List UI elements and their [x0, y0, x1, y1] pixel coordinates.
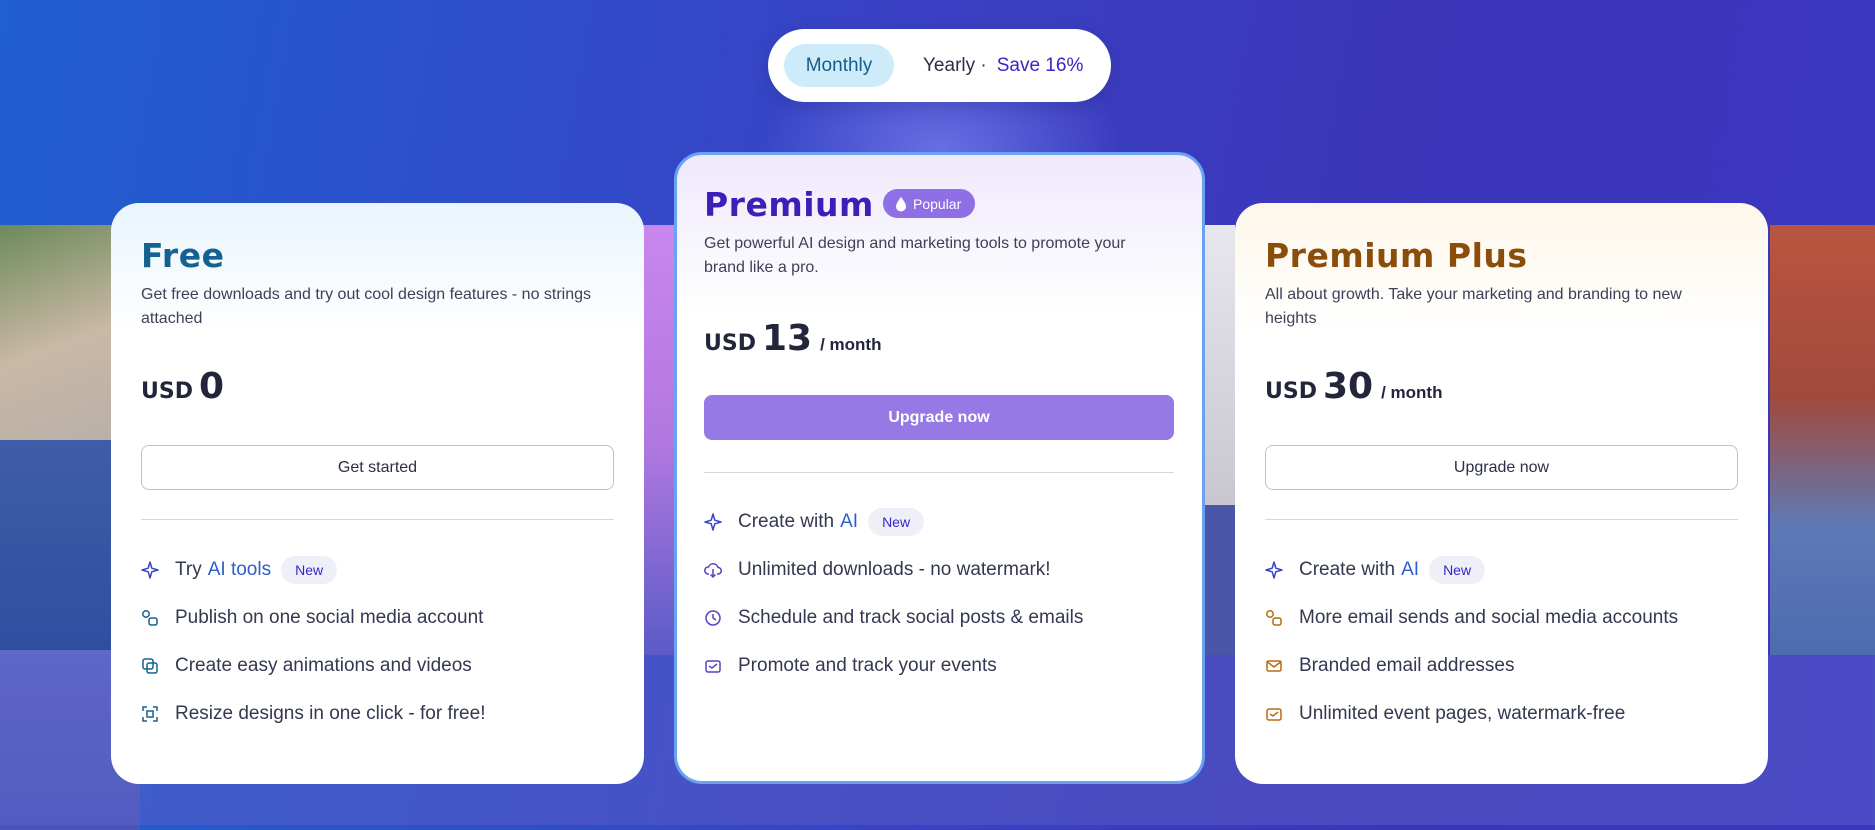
- resize-icon: [141, 705, 159, 723]
- ai-link[interactable]: AI: [1401, 559, 1419, 581]
- plan-price: USD 13 / month: [704, 318, 881, 359]
- get-started-button[interactable]: Get started: [141, 445, 614, 490]
- feature-list: Create with AI New Unlimited downloads -…: [704, 498, 1083, 690]
- feature-text: Branded email addresses: [1299, 655, 1515, 676]
- upgrade-now-button[interactable]: Upgrade now: [1265, 445, 1738, 490]
- yearly-option[interactable]: Yearly · Save 16%: [923, 44, 1083, 87]
- feature-item: Schedule and track social posts & emails: [704, 594, 1083, 642]
- feature-item: Promote and track your events: [704, 642, 1083, 690]
- price-currency: USD: [1265, 379, 1317, 404]
- price-period: / month: [820, 335, 882, 354]
- plan-card-premium: Premium Popular Get powerful AI design a…: [674, 152, 1205, 784]
- feature-text: Publish on one social media account: [175, 607, 484, 628]
- feature-list: Try AI tools New Publish on one social m…: [141, 546, 485, 738]
- plan-description: Get free downloads and try out cool desi…: [141, 286, 592, 327]
- plan-title: Premium: [704, 185, 874, 224]
- feature-text: Promote and track your events: [738, 655, 997, 676]
- photo-tile: [1205, 505, 1235, 655]
- new-badge: New: [868, 508, 925, 536]
- photo-tile: [0, 440, 115, 650]
- ai-tools-link[interactable]: AI tools: [208, 559, 271, 581]
- plan-card-free: Free Get free downloads and try out cool…: [111, 203, 644, 784]
- feature-item: More email sends and social media accoun…: [1265, 594, 1678, 642]
- price-amount: 30: [1322, 366, 1374, 407]
- price-amount: 0: [198, 366, 225, 407]
- sparkle-icon: [1265, 561, 1283, 579]
- plan-card-premium-plus: Premium Plus All about growth. Take your…: [1235, 203, 1768, 784]
- popular-badge-label: Popular: [913, 195, 962, 212]
- feature-text: Unlimited event pages, watermark-free: [1299, 703, 1626, 724]
- yearly-label: Yearly ·: [923, 54, 987, 76]
- feature-item: Create easy animations and videos: [141, 642, 485, 690]
- clock-icon: [704, 609, 722, 627]
- feature-text: Schedule and track social posts & emails: [738, 607, 1084, 628]
- yearly-savings-label: Save 16%: [996, 54, 1084, 76]
- cloud-download-icon: [704, 561, 722, 579]
- divider: [141, 519, 614, 520]
- plan-price: USD 0: [141, 366, 224, 407]
- feature-text: Create with: [1299, 559, 1396, 580]
- plan-description: Get powerful AI design and marketing too…: [704, 235, 1126, 276]
- mail-icon: [1265, 657, 1283, 675]
- new-badge: New: [1429, 556, 1486, 584]
- feature-item: Branded email addresses: [1265, 642, 1678, 690]
- feature-item: Unlimited downloads - no watermark!: [704, 546, 1083, 594]
- feature-item: Create with AI New: [704, 498, 1083, 546]
- event-icon: [704, 657, 722, 675]
- divider: [704, 472, 1174, 473]
- new-badge: New: [281, 556, 338, 584]
- photo-tile: [1205, 225, 1235, 505]
- share-icon: [141, 609, 159, 627]
- price-currency: USD: [141, 379, 193, 404]
- ai-link[interactable]: AI: [840, 511, 858, 533]
- feature-text: Create easy animations and videos: [175, 655, 472, 676]
- feature-text: More email sends and social media accoun…: [1299, 607, 1679, 628]
- billing-period-toggle: Monthly Yearly · Save 16%: [768, 29, 1111, 102]
- sparkle-icon: [141, 561, 159, 579]
- feature-text: Try: [175, 559, 202, 580]
- event-icon: [1265, 705, 1283, 723]
- feature-list: Create with AI New More email sends and …: [1265, 546, 1678, 738]
- photo-tile: [1770, 225, 1875, 655]
- feature-item: Resize designs in one click - for free!: [141, 690, 485, 738]
- price-currency: USD: [704, 331, 756, 356]
- price-amount: 13: [761, 318, 813, 359]
- divider: [1265, 519, 1738, 520]
- sparkle-icon: [704, 513, 722, 531]
- feature-text: Resize designs in one click - for free!: [175, 703, 486, 724]
- plan-description: All about growth. Take your marketing an…: [1265, 286, 1682, 327]
- feature-item: Publish on one social media account: [141, 594, 485, 642]
- drop-icon: [896, 196, 906, 211]
- share-icon: [1265, 609, 1283, 627]
- animation-icon: [141, 657, 159, 675]
- popular-badge: Popular: [883, 189, 976, 218]
- feature-item: Unlimited event pages, watermark-free: [1265, 690, 1678, 738]
- plan-price: USD 30 / month: [1265, 366, 1442, 407]
- upgrade-now-button[interactable]: Upgrade now: [704, 395, 1174, 440]
- feature-text: Create with: [738, 511, 835, 532]
- feature-item: Create with AI New: [1265, 546, 1678, 594]
- plan-title: Free: [141, 236, 225, 275]
- photo-tile: [0, 225, 115, 440]
- plan-title: Premium Plus: [1265, 236, 1528, 275]
- feature-item: Try AI tools New: [141, 546, 485, 594]
- feature-text: Unlimited downloads - no watermark!: [738, 559, 1051, 580]
- monthly-option[interactable]: Monthly: [784, 44, 894, 87]
- price-period: / month: [1381, 383, 1443, 402]
